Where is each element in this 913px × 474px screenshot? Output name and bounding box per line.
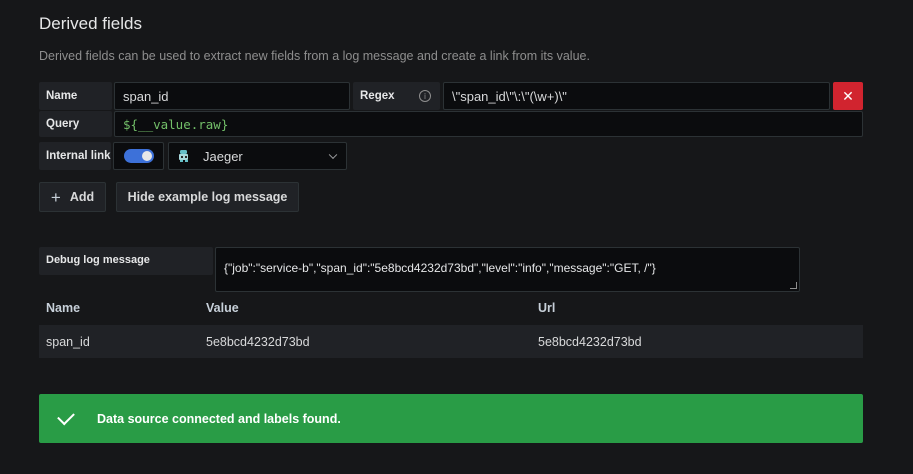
query-input[interactable]: ${__value.raw} — [114, 111, 863, 137]
plus-icon: + — [50, 187, 61, 207]
delete-field-button[interactable]: ✕ — [833, 82, 863, 110]
debug-log-label: Debug log message — [39, 247, 213, 275]
name-input[interactable]: span_id — [114, 82, 350, 110]
internal-link-label: Internal link — [39, 142, 111, 170]
column-header-name: Name — [46, 301, 81, 315]
datasource-select[interactable]: Jaeger — [168, 142, 347, 170]
cell-value: 5e8bcd4232d73bd — [206, 335, 310, 349]
jaeger-icon — [177, 149, 191, 163]
derived-fields-description: Derived fields can be used to extract ne… — [39, 49, 590, 63]
add-field-button[interactable]: + Add — [39, 182, 106, 212]
derived-fields-title: Derived fields — [39, 14, 142, 33]
regex-input-value: \"span_id\"\:\"(\w+)\" — [452, 88, 567, 104]
hide-example-label: Hide example log message — [127, 190, 288, 204]
column-header-value: Value — [206, 301, 239, 315]
chevron-down-icon — [328, 150, 338, 160]
hide-example-button[interactable]: Hide example log message — [116, 182, 299, 212]
success-alert: Data source connected and labels found. — [39, 394, 863, 443]
datasource-select-value: Jaeger — [203, 148, 243, 164]
name-input-value: span_id — [123, 88, 169, 104]
query-label: Query — [39, 111, 112, 137]
regex-label: Regex i — [353, 82, 440, 110]
alert-text: Data source connected and labels found. — [97, 411, 341, 426]
resize-handle[interactable] — [790, 282, 797, 289]
debug-log-textarea[interactable]: {"job":"service-b","span_id":"5e8bcd4232… — [215, 247, 800, 292]
table-row — [39, 325, 863, 358]
check-icon — [57, 407, 75, 426]
toggle-switch — [123, 149, 154, 163]
cell-name: span_id — [46, 335, 90, 349]
regex-input[interactable]: \"span_id\"\:\"(\w+)\" — [443, 82, 830, 110]
query-input-value: ${__value.raw} — [123, 116, 229, 132]
close-icon: ✕ — [842, 87, 854, 104]
regex-label-text: Regex — [360, 90, 395, 102]
add-button-label: Add — [69, 190, 95, 204]
debug-log-value: {"job":"service-b","span_id":"5e8bcd4232… — [224, 261, 656, 275]
column-header-url: Url — [538, 301, 556, 315]
info-icon[interactable]: i — [419, 90, 431, 102]
cell-url[interactable]: 5e8bcd4232d73bd — [538, 335, 642, 349]
name-label: Name — [39, 82, 112, 110]
internal-link-toggle[interactable] — [113, 142, 164, 170]
